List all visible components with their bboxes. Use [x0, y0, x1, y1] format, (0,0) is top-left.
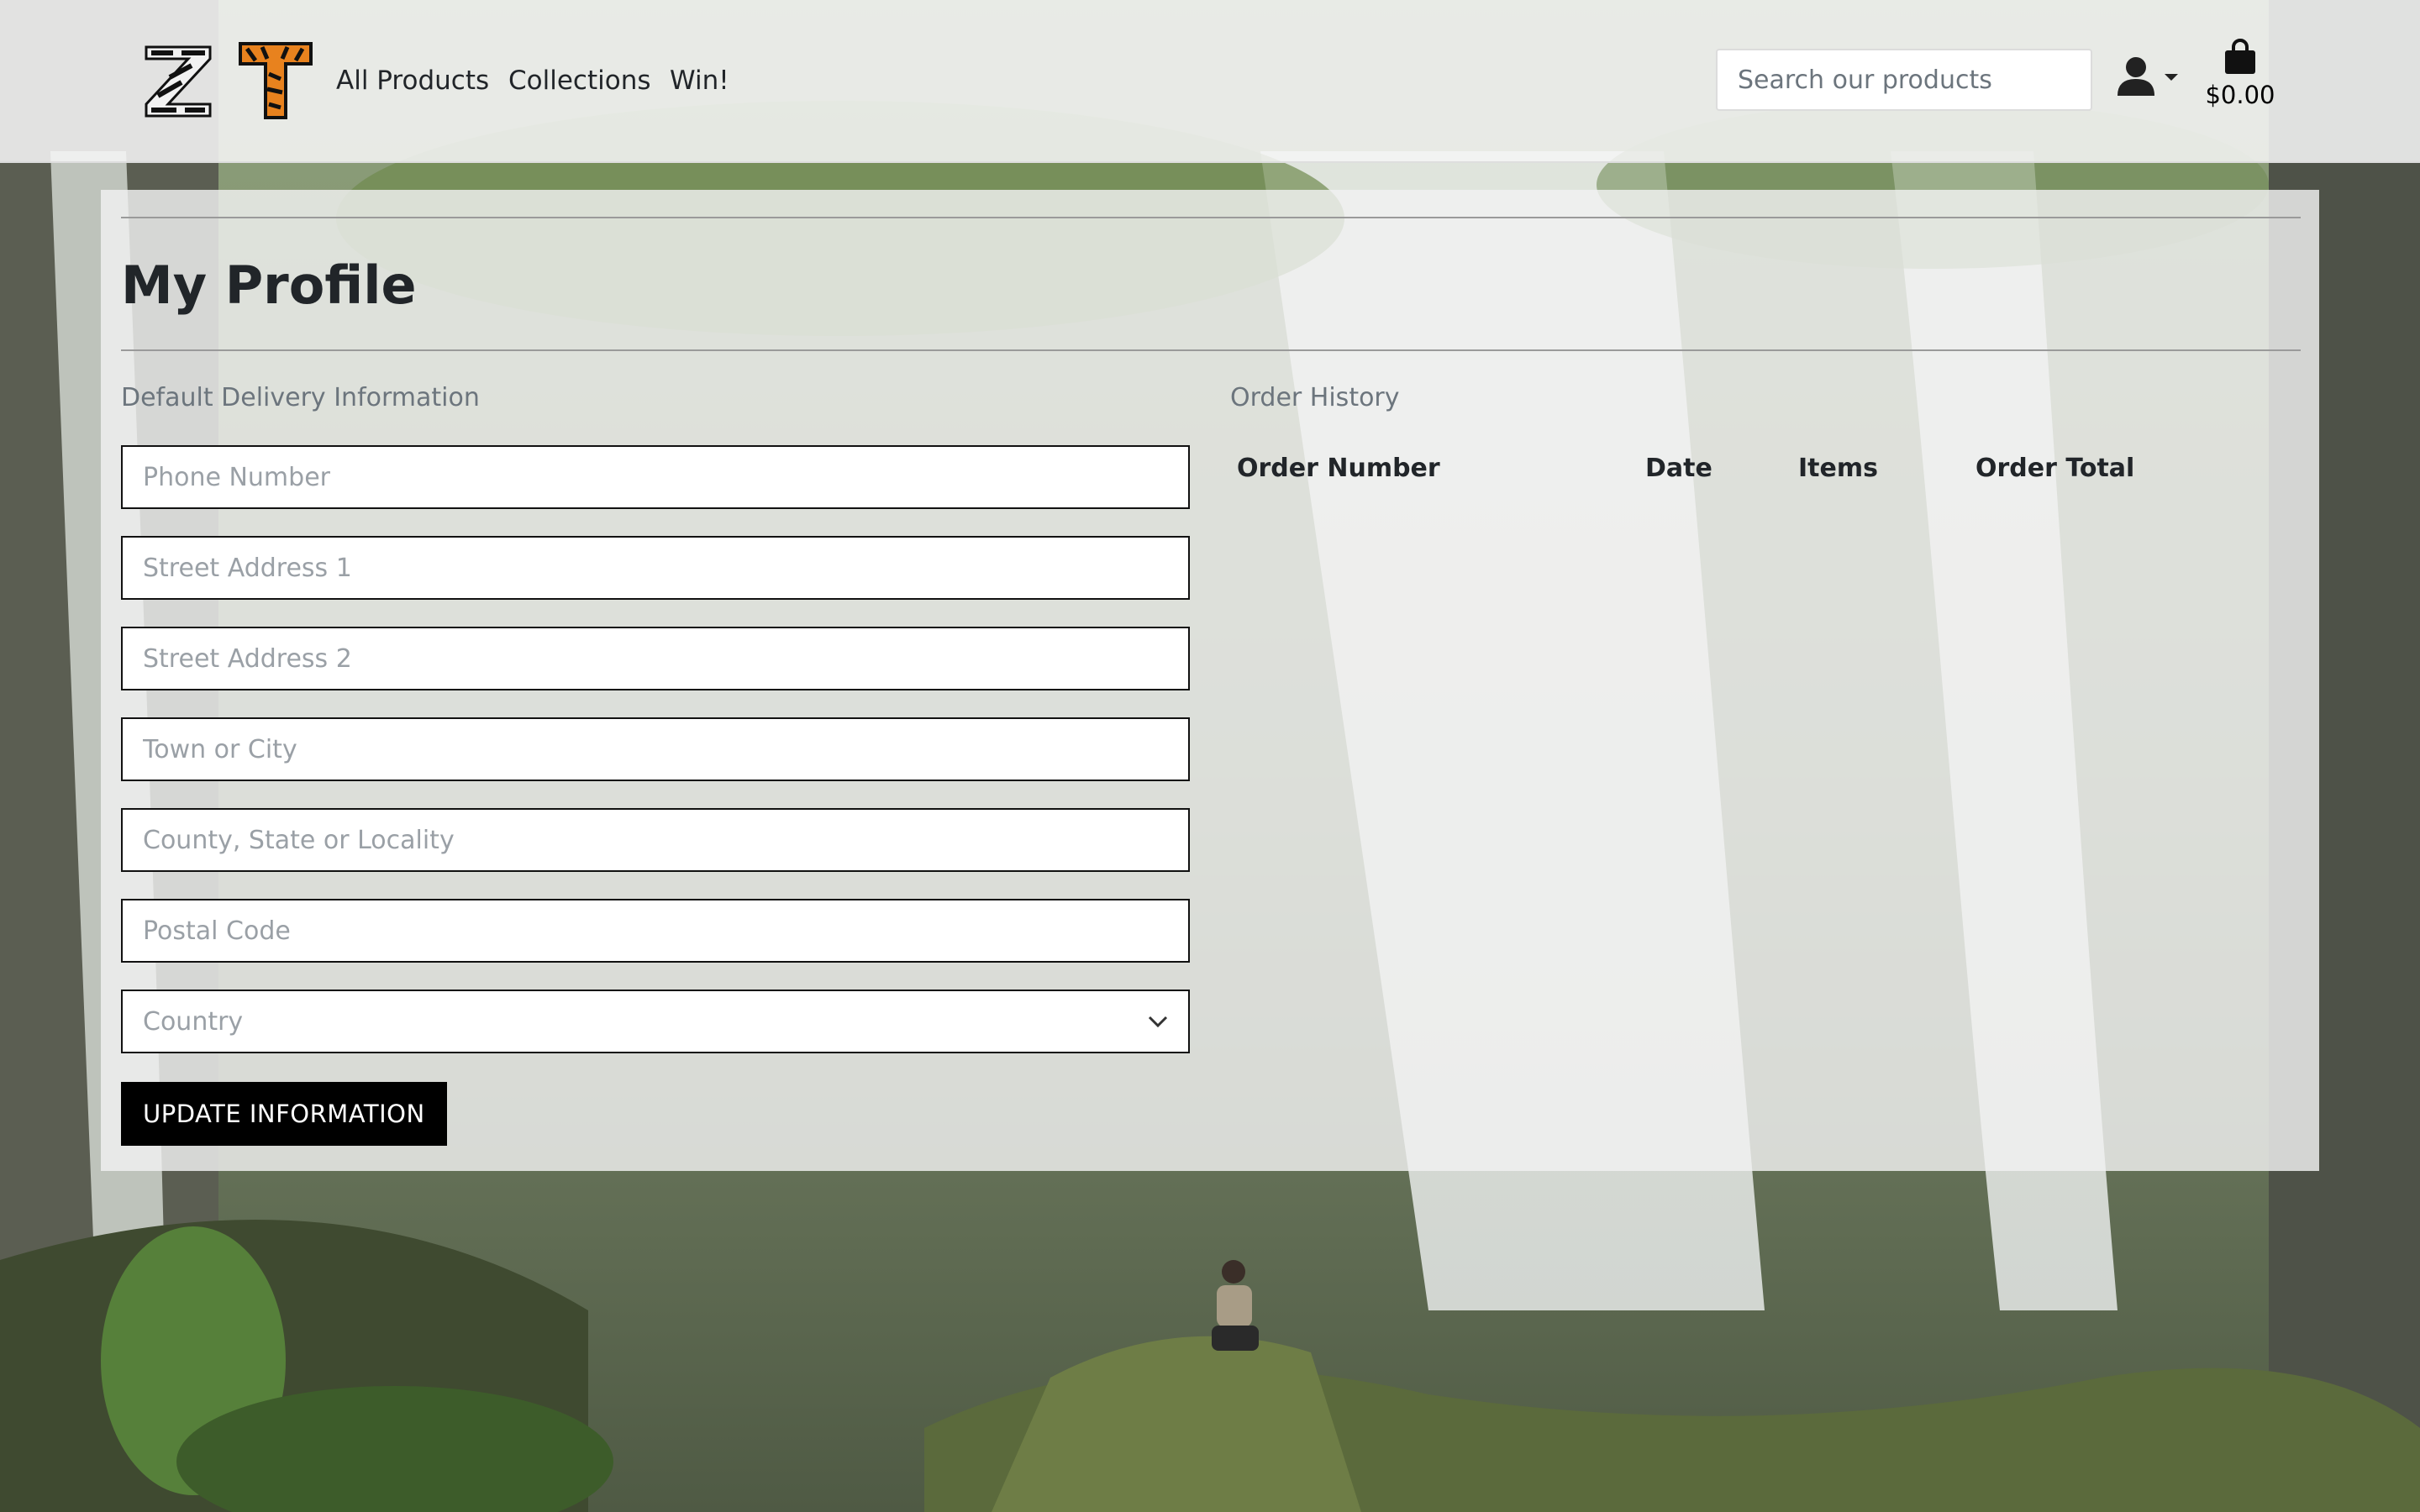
shopping-bag-icon — [2225, 39, 2255, 74]
town-city-field[interactable] — [121, 717, 1190, 781]
tiger-t-logo-icon — [239, 42, 313, 119]
country-select[interactable]: Country — [121, 990, 1190, 1053]
delivery-info-heading: Default Delivery Information — [121, 383, 480, 412]
country-select-value: Country — [143, 1006, 244, 1037]
search-input[interactable] — [1716, 49, 2092, 111]
nav-win[interactable]: Win! — [670, 60, 729, 101]
page-title: My Profile — [121, 255, 417, 316]
street-address-2-field[interactable] — [121, 627, 1190, 690]
divider — [121, 217, 2301, 218]
cart-total: $0.00 — [2205, 81, 2275, 109]
order-history-heading: Order History — [1230, 383, 1400, 412]
items-column-header: Items — [1798, 454, 1878, 483]
county-state-field[interactable] — [121, 808, 1190, 872]
nav-all-products[interactable]: All Products — [336, 60, 489, 101]
update-information-button[interactable]: UPDATE INFORMATION — [121, 1082, 447, 1146]
logo-z[interactable] — [139, 40, 217, 121]
cart-button[interactable]: $0.00 — [2202, 39, 2279, 123]
page: All Products Collections Win! $0.00 My P… — [0, 0, 2420, 1512]
divider — [121, 349, 2301, 351]
profile-card: My Profile Default Delivery Information … — [101, 190, 2319, 1171]
account-menu-toggle[interactable] — [2116, 55, 2183, 106]
postal-code-field[interactable] — [121, 899, 1190, 963]
user-icon — [2118, 57, 2178, 96]
phone-number-field[interactable] — [121, 445, 1190, 509]
street-address-1-field[interactable] — [121, 536, 1190, 600]
order-number-column-header: Order Number — [1237, 454, 1440, 483]
order-total-column-header: Order Total — [1975, 454, 2135, 483]
site-header: All Products Collections Win! $0.00 — [0, 0, 2420, 163]
date-column-header: Date — [1645, 454, 1712, 483]
logo-t[interactable] — [237, 40, 314, 121]
chevron-down-icon — [1148, 1016, 1168, 1027]
zebra-z-logo-icon — [145, 45, 212, 118]
nav-collections[interactable]: Collections — [508, 60, 651, 101]
caret-down-icon — [2165, 74, 2178, 81]
